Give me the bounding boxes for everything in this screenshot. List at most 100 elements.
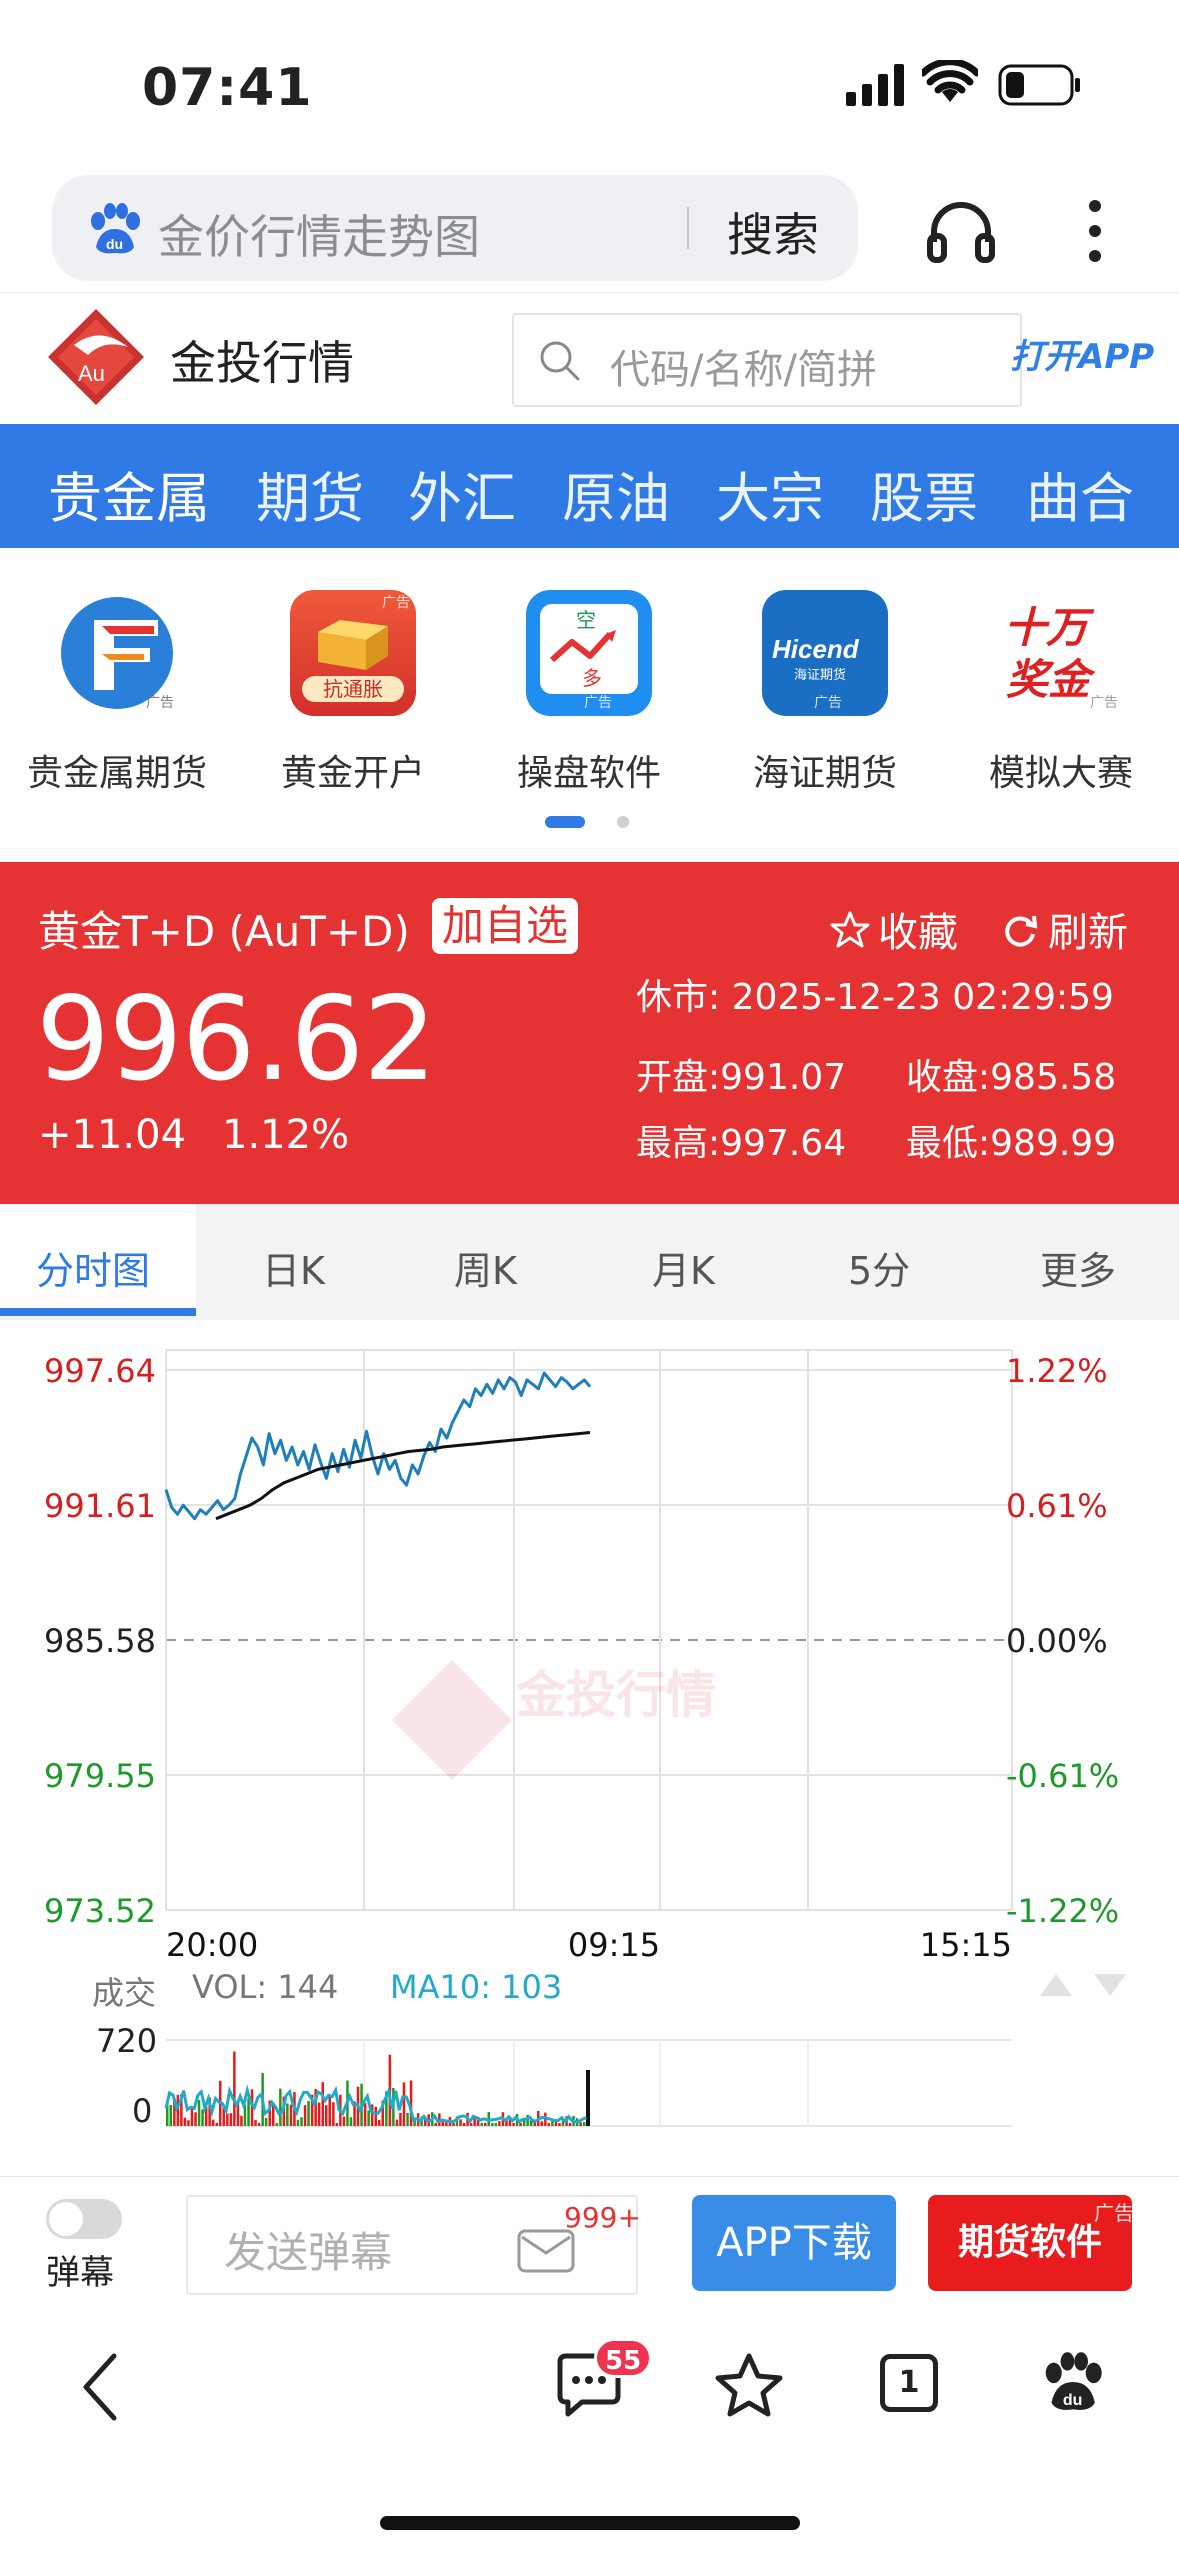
- divider: [687, 207, 689, 249]
- tab-monthly-k[interactable]: 月K: [652, 1240, 715, 1295]
- promo-apps-row: 广告 贵金属期货 抗通胀 广告 黄金开户 空 多 广告 操盘软件 Hicend …: [0, 560, 1179, 820]
- danmu-input[interactable]: 发送弹幕 999+: [186, 2195, 641, 2295]
- danmu-toggle[interactable]: [46, 2199, 122, 2239]
- nav-item-stocks[interactable]: 股票: [870, 454, 978, 533]
- y-tick-left: 997.64: [44, 1352, 156, 1390]
- volume-bar: [197, 2100, 201, 2126]
- volume-bar: [226, 2113, 229, 2126]
- svg-text:du: du: [106, 236, 123, 252]
- volume-bar: [547, 2123, 551, 2126]
- open-app-button[interactable]: 打开APP: [1010, 329, 1154, 378]
- refresh-label: 刷新: [1048, 910, 1128, 956]
- headphones-icon[interactable]: [926, 198, 996, 264]
- y-tick-left: 979.55: [44, 1757, 156, 1795]
- volume-value: VOL: 144: [192, 1968, 339, 2006]
- site-search-input[interactable]: 代码/名称/简拼: [512, 313, 1022, 407]
- volume-bar: [512, 2123, 515, 2126]
- search-button[interactable]: 搜索: [727, 199, 819, 265]
- nav-item-more[interactable]: 曲合: [1026, 454, 1134, 533]
- volume-bar: [399, 2112, 402, 2126]
- volume-bar: [445, 2122, 448, 2126]
- tab-weekly-k[interactable]: 周K: [454, 1240, 517, 1295]
- svg-text:du: du: [1063, 2392, 1083, 2409]
- y-tick-left: 991.61: [44, 1487, 156, 1525]
- favorite-button[interactable]: 收藏: [830, 900, 958, 958]
- back-icon[interactable]: [80, 2352, 120, 2422]
- app-item[interactable]: 广告 贵金属期货: [2, 590, 232, 796]
- carousel-indicator: [545, 816, 629, 828]
- search-query[interactable]: 金价行情走势图: [158, 201, 480, 267]
- volume-bar: [406, 2112, 409, 2126]
- volume-bar: [582, 2122, 586, 2126]
- volume-bar: [462, 2123, 466, 2126]
- volume-bar: [328, 2095, 331, 2126]
- tab-5min[interactable]: 5分: [848, 1240, 910, 1295]
- arrow-down-icon: [1094, 1974, 1126, 1996]
- tab-underline: [0, 1308, 196, 1316]
- volume-bar: [342, 2116, 346, 2126]
- tab-more[interactable]: 更多: [1040, 1240, 1116, 1295]
- gf-logo-icon: 广告: [54, 590, 180, 716]
- volume-bar: [363, 2103, 367, 2126]
- volume-bar: [169, 2105, 172, 2126]
- app-item[interactable]: Hicend 海证期货 广告 海证期货: [710, 590, 940, 796]
- baidu-home-icon[interactable]: du: [1040, 2350, 1104, 2414]
- ad-tag: 广告: [814, 695, 842, 711]
- nav-item-precious-metals[interactable]: 贵金属: [48, 454, 210, 533]
- volume-bar: [233, 2051, 236, 2126]
- more-menu-icon[interactable]: [1085, 198, 1105, 264]
- intraday-chart[interactable]: 金投行情 997.64 1.22% 991.61 0.61% 985.58 0.00% 97…: [0, 1320, 1179, 2180]
- search-placeholder: 代码/名称/简拼: [610, 347, 877, 393]
- y-tick-left: 973.52: [44, 1892, 156, 1930]
- volume-tick: 720: [96, 2022, 157, 2060]
- y-tick-right: -0.61%: [1006, 1757, 1119, 1795]
- volume-bar: [307, 2101, 310, 2126]
- site-logo-icon[interactable]: Au: [44, 305, 148, 409]
- star-icon[interactable]: [714, 2352, 784, 2418]
- danmu-placeholder: 发送弹幕: [224, 2228, 393, 2277]
- app-item[interactable]: 空 多 广告 操盘软件: [474, 590, 704, 796]
- volume-bar: [325, 2105, 328, 2126]
- battery-icon: [998, 64, 1080, 106]
- nav-item-commodities[interactable]: 大宗: [716, 454, 824, 533]
- volume-bar: [558, 2123, 561, 2126]
- app-label: 黄金开户: [280, 753, 425, 794]
- status-bar: 07:41: [0, 0, 1179, 165]
- app-label: 操盘软件: [516, 753, 661, 794]
- x-tick: 09:15: [568, 1926, 660, 1964]
- nav-item-futures[interactable]: 期货: [256, 454, 364, 533]
- volume-arrows[interactable]: [1036, 1968, 1130, 1998]
- volume-bar: [480, 2123, 483, 2126]
- site-name[interactable]: 金投行情: [170, 327, 354, 393]
- tab-intraday[interactable]: 分时图: [36, 1240, 150, 1295]
- volume-bar: [434, 2123, 437, 2126]
- volume-bar: [257, 2123, 261, 2126]
- comments-badge: 55: [594, 2338, 653, 2378]
- volume-bar: [332, 2102, 335, 2126]
- star-icon: [830, 911, 870, 948]
- refresh-button[interactable]: 刷新: [1000, 900, 1128, 958]
- add-watchlist-button[interactable]: 加自选: [432, 898, 579, 954]
- app-label: 海证期货: [752, 753, 897, 794]
- volume-bar: [194, 2112, 197, 2126]
- app-item[interactable]: 十万 奖金 广告 模拟大赛: [946, 590, 1176, 796]
- app-icon-text: 奖金: [1006, 655, 1091, 704]
- volume-bar: [300, 2117, 303, 2126]
- app-download-button[interactable]: APP下载: [692, 2195, 896, 2291]
- volume-bar: [374, 2106, 377, 2126]
- volume-bar: [484, 2123, 487, 2126]
- volume-bar: [519, 2123, 522, 2126]
- browser-search-bar[interactable]: du 金价行情走势图 搜索: [52, 175, 858, 281]
- search-icon: [540, 341, 580, 381]
- nav-item-forex[interactable]: 外汇: [408, 454, 516, 533]
- app-item[interactable]: 抗通胀 广告 黄金开户: [238, 590, 468, 796]
- market-status: 休市: 2025-12-23 02:29:59: [636, 977, 1114, 1018]
- nav-item-crude[interactable]: 原油: [562, 454, 670, 533]
- tabs-count-button[interactable]: 1: [880, 2354, 938, 2412]
- volume-bar: [215, 2123, 218, 2126]
- status-time: 07:41: [142, 58, 313, 118]
- volume-bar: [378, 2120, 381, 2126]
- message-badge: 999+: [564, 2201, 641, 2234]
- tab-daily-k[interactable]: 日K: [262, 1240, 325, 1295]
- trading-chart-icon: 空 多 广告: [526, 590, 652, 716]
